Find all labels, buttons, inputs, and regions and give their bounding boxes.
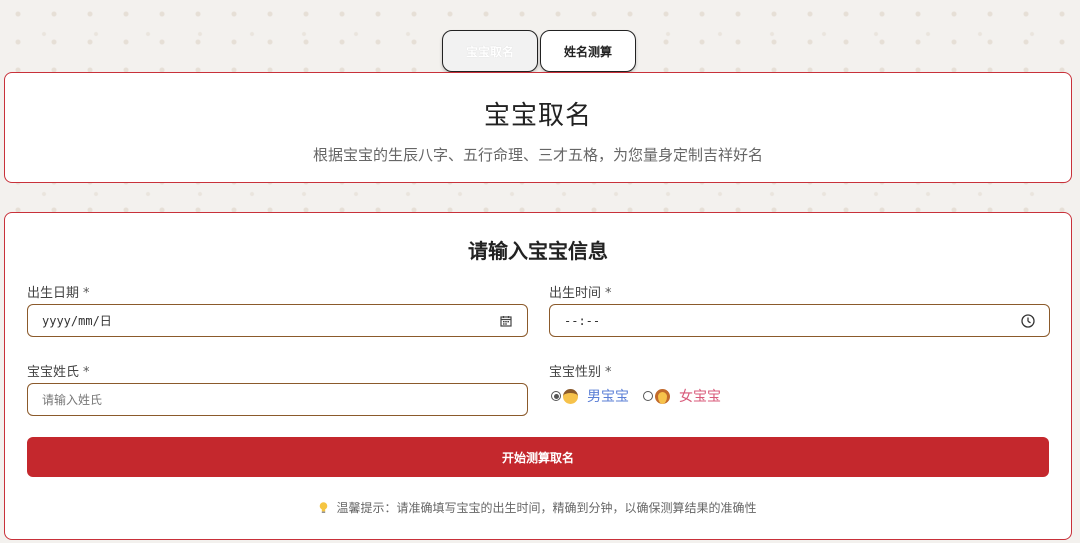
gender-option-female[interactable]: 女宝宝: [643, 386, 721, 406]
lightbulb-icon: [319, 501, 328, 514]
male-label: 男宝宝: [587, 389, 629, 405]
form-title: 请输入宝宝信息: [468, 239, 608, 263]
page-title: 宝宝取名: [483, 101, 592, 131]
clock-icon[interactable]: [1021, 313, 1035, 328]
gender-option-male[interactable]: 男宝宝: [551, 386, 629, 406]
page-subtitle: 根据宝宝的生辰八字、五行命理、三才五格，为您量身定制吉祥好名: [312, 146, 763, 164]
tab-bar: 宝宝取名 姓名测算: [442, 30, 636, 72]
girl-face-icon: [655, 388, 670, 404]
header-card: 宝宝取名 根据宝宝的生辰八字、五行命理、三才五格，为您量身定制吉祥好名: [4, 72, 1072, 183]
tab-name-analysis[interactable]: 姓名测算: [540, 30, 636, 72]
birth-date-label: 出生日期 *: [27, 286, 90, 301]
baby-info-form: 请输入宝宝信息 出生日期 * yyyy/mm/日 出生时间 * --:-- 宝宝…: [4, 212, 1072, 540]
boy-face-icon: [563, 388, 578, 404]
surname-placeholder: 请输入姓氏: [42, 393, 103, 407]
birth-date-value: yyyy/mm/日: [42, 314, 112, 328]
birth-time-input[interactable]: --:--: [549, 304, 1050, 337]
required-mark: *: [605, 365, 612, 380]
gender-radio-group: 男宝宝 女宝宝: [551, 386, 721, 406]
female-radio[interactable]: [643, 391, 653, 401]
surname-input[interactable]: 请输入姓氏: [27, 383, 528, 416]
female-label: 女宝宝: [679, 389, 721, 405]
required-mark: *: [83, 365, 90, 380]
male-radio[interactable]: [551, 391, 561, 401]
birth-time-label: 出生时间 *: [549, 286, 612, 301]
tip-row: 温馨提示：请准确填写宝宝的出生时间，精确到分钟，以确保测算结果的准确性: [5, 499, 1071, 516]
required-mark: *: [605, 286, 612, 301]
birth-date-input[interactable]: yyyy/mm/日: [27, 304, 528, 337]
tab-baby-naming[interactable]: 宝宝取名: [442, 30, 538, 72]
tip-text: 温馨提示：请准确填写宝宝的出生时间，精确到分钟，以确保测算结果的准确性: [336, 501, 757, 515]
surname-label: 宝宝姓氏 *: [27, 365, 90, 380]
birth-time-value: --:--: [564, 313, 601, 328]
required-mark: *: [83, 286, 90, 301]
start-naming-button[interactable]: 开始测算取名: [27, 437, 1049, 477]
calendar-icon[interactable]: [499, 314, 513, 328]
gender-label: 宝宝性别 *: [549, 365, 612, 380]
